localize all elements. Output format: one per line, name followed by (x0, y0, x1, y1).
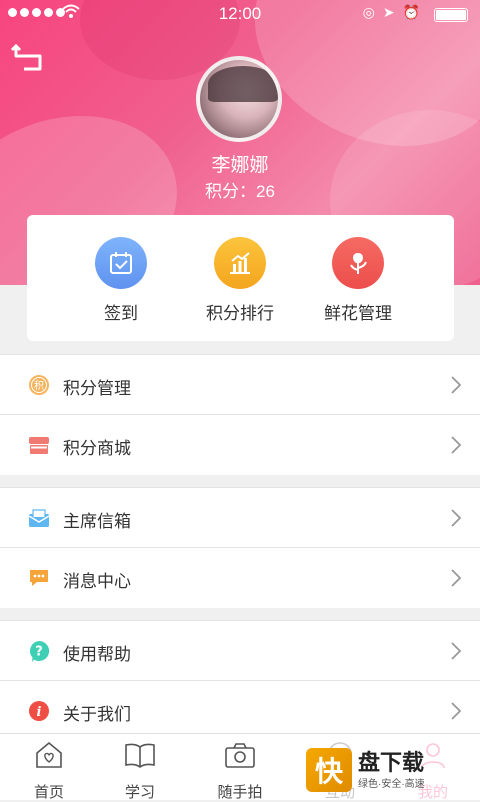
menu-group-messages: 主席信箱 消息中心 (0, 487, 480, 608)
back-icon[interactable] (10, 40, 46, 76)
tab-label: 学习 (124, 784, 155, 801)
status-bar: 12:00 ◎ ➤ ⏰ (0, 0, 480, 28)
checkin-label: 签到 (104, 304, 138, 323)
store-icon (29, 437, 49, 454)
chevron-right-icon (451, 436, 462, 454)
svg-text:积: 积 (34, 380, 44, 392)
points-coin-icon: 积 (29, 375, 49, 395)
flower-management-button[interactable]: 鲜花管理 (303, 237, 413, 324)
menu-item-label: 关于我们 (63, 705, 131, 724)
menu-item-points-management[interactable]: 积 积分管理 (0, 355, 480, 415)
menu-item-label: 消息中心 (63, 572, 131, 591)
quick-actions-card: 签到 积分排行 鲜花管理 (27, 215, 454, 341)
mailbox-icon (28, 509, 50, 527)
alarm-icon: ⏰ (402, 4, 420, 20)
home-icon (36, 741, 62, 768)
chevron-right-icon (451, 376, 462, 394)
message-icon (30, 570, 48, 586)
points-ranking-button[interactable]: 积分排行 (185, 237, 295, 324)
flower-management-label: 鲜花管理 (324, 304, 392, 323)
tab-label: 随手拍 (217, 784, 263, 801)
chevron-right-icon (451, 569, 462, 587)
menu-item-label: 积分管理 (63, 379, 131, 398)
watermark-title: 盘下载 (358, 749, 425, 775)
menu-item-chairman-mailbox[interactable]: 主席信箱 (0, 488, 480, 548)
menu-item-label: 使用帮助 (63, 645, 131, 664)
help-icon: ? (30, 640, 50, 662)
camera-icon (225, 743, 255, 768)
menu-item-label: 主席信箱 (63, 512, 131, 531)
chevron-right-icon (451, 509, 462, 527)
points-ranking-label: 积分排行 (206, 304, 274, 323)
menu-group-points: 积 积分管理 积分商城 (0, 354, 480, 475)
menu-item-about-us[interactable]: i 关于我们 (0, 681, 480, 733)
tab-snapshot[interactable]: 随手拍 (205, 740, 275, 802)
menu-item-help[interactable]: ? 使用帮助 (0, 621, 480, 681)
menu-item-message-center[interactable]: 消息中心 (0, 548, 480, 608)
menu-item-label: 积分商城 (63, 439, 131, 458)
location-icon: ➤ (382, 4, 395, 20)
watermark-logo: 快 盘下载 绿色·安全·高速 (306, 744, 476, 796)
battery-icon (434, 8, 468, 22)
book-icon (125, 743, 155, 768)
orientation-lock-icon: ◎ (362, 4, 375, 20)
info-icon: i (29, 701, 49, 721)
rose-icon (332, 237, 384, 289)
bar-chart-icon (214, 237, 266, 289)
user-name: 李娜娜 (211, 155, 269, 176)
chevron-right-icon (451, 642, 462, 660)
menu-group-help: ? 使用帮助 i 关于我们 (0, 620, 480, 733)
watermark-subtitle: 绿色·安全·高速 (358, 778, 425, 790)
tab-label: 首页 (33, 784, 64, 801)
avatar[interactable] (196, 56, 282, 142)
calendar-check-icon (95, 237, 147, 289)
menu-item-points-store[interactable]: 积分商城 (0, 415, 480, 475)
svg-text:i: i (37, 705, 42, 720)
svg-text:?: ? (35, 645, 43, 660)
tab-home[interactable]: 首页 (14, 740, 84, 802)
watermark-logo-mark: 快 (306, 748, 352, 792)
chevron-right-icon (451, 702, 462, 720)
checkin-button[interactable]: 签到 (66, 237, 176, 324)
tab-study[interactable]: 学习 (105, 740, 175, 802)
user-points: 积分：26 (205, 182, 275, 201)
